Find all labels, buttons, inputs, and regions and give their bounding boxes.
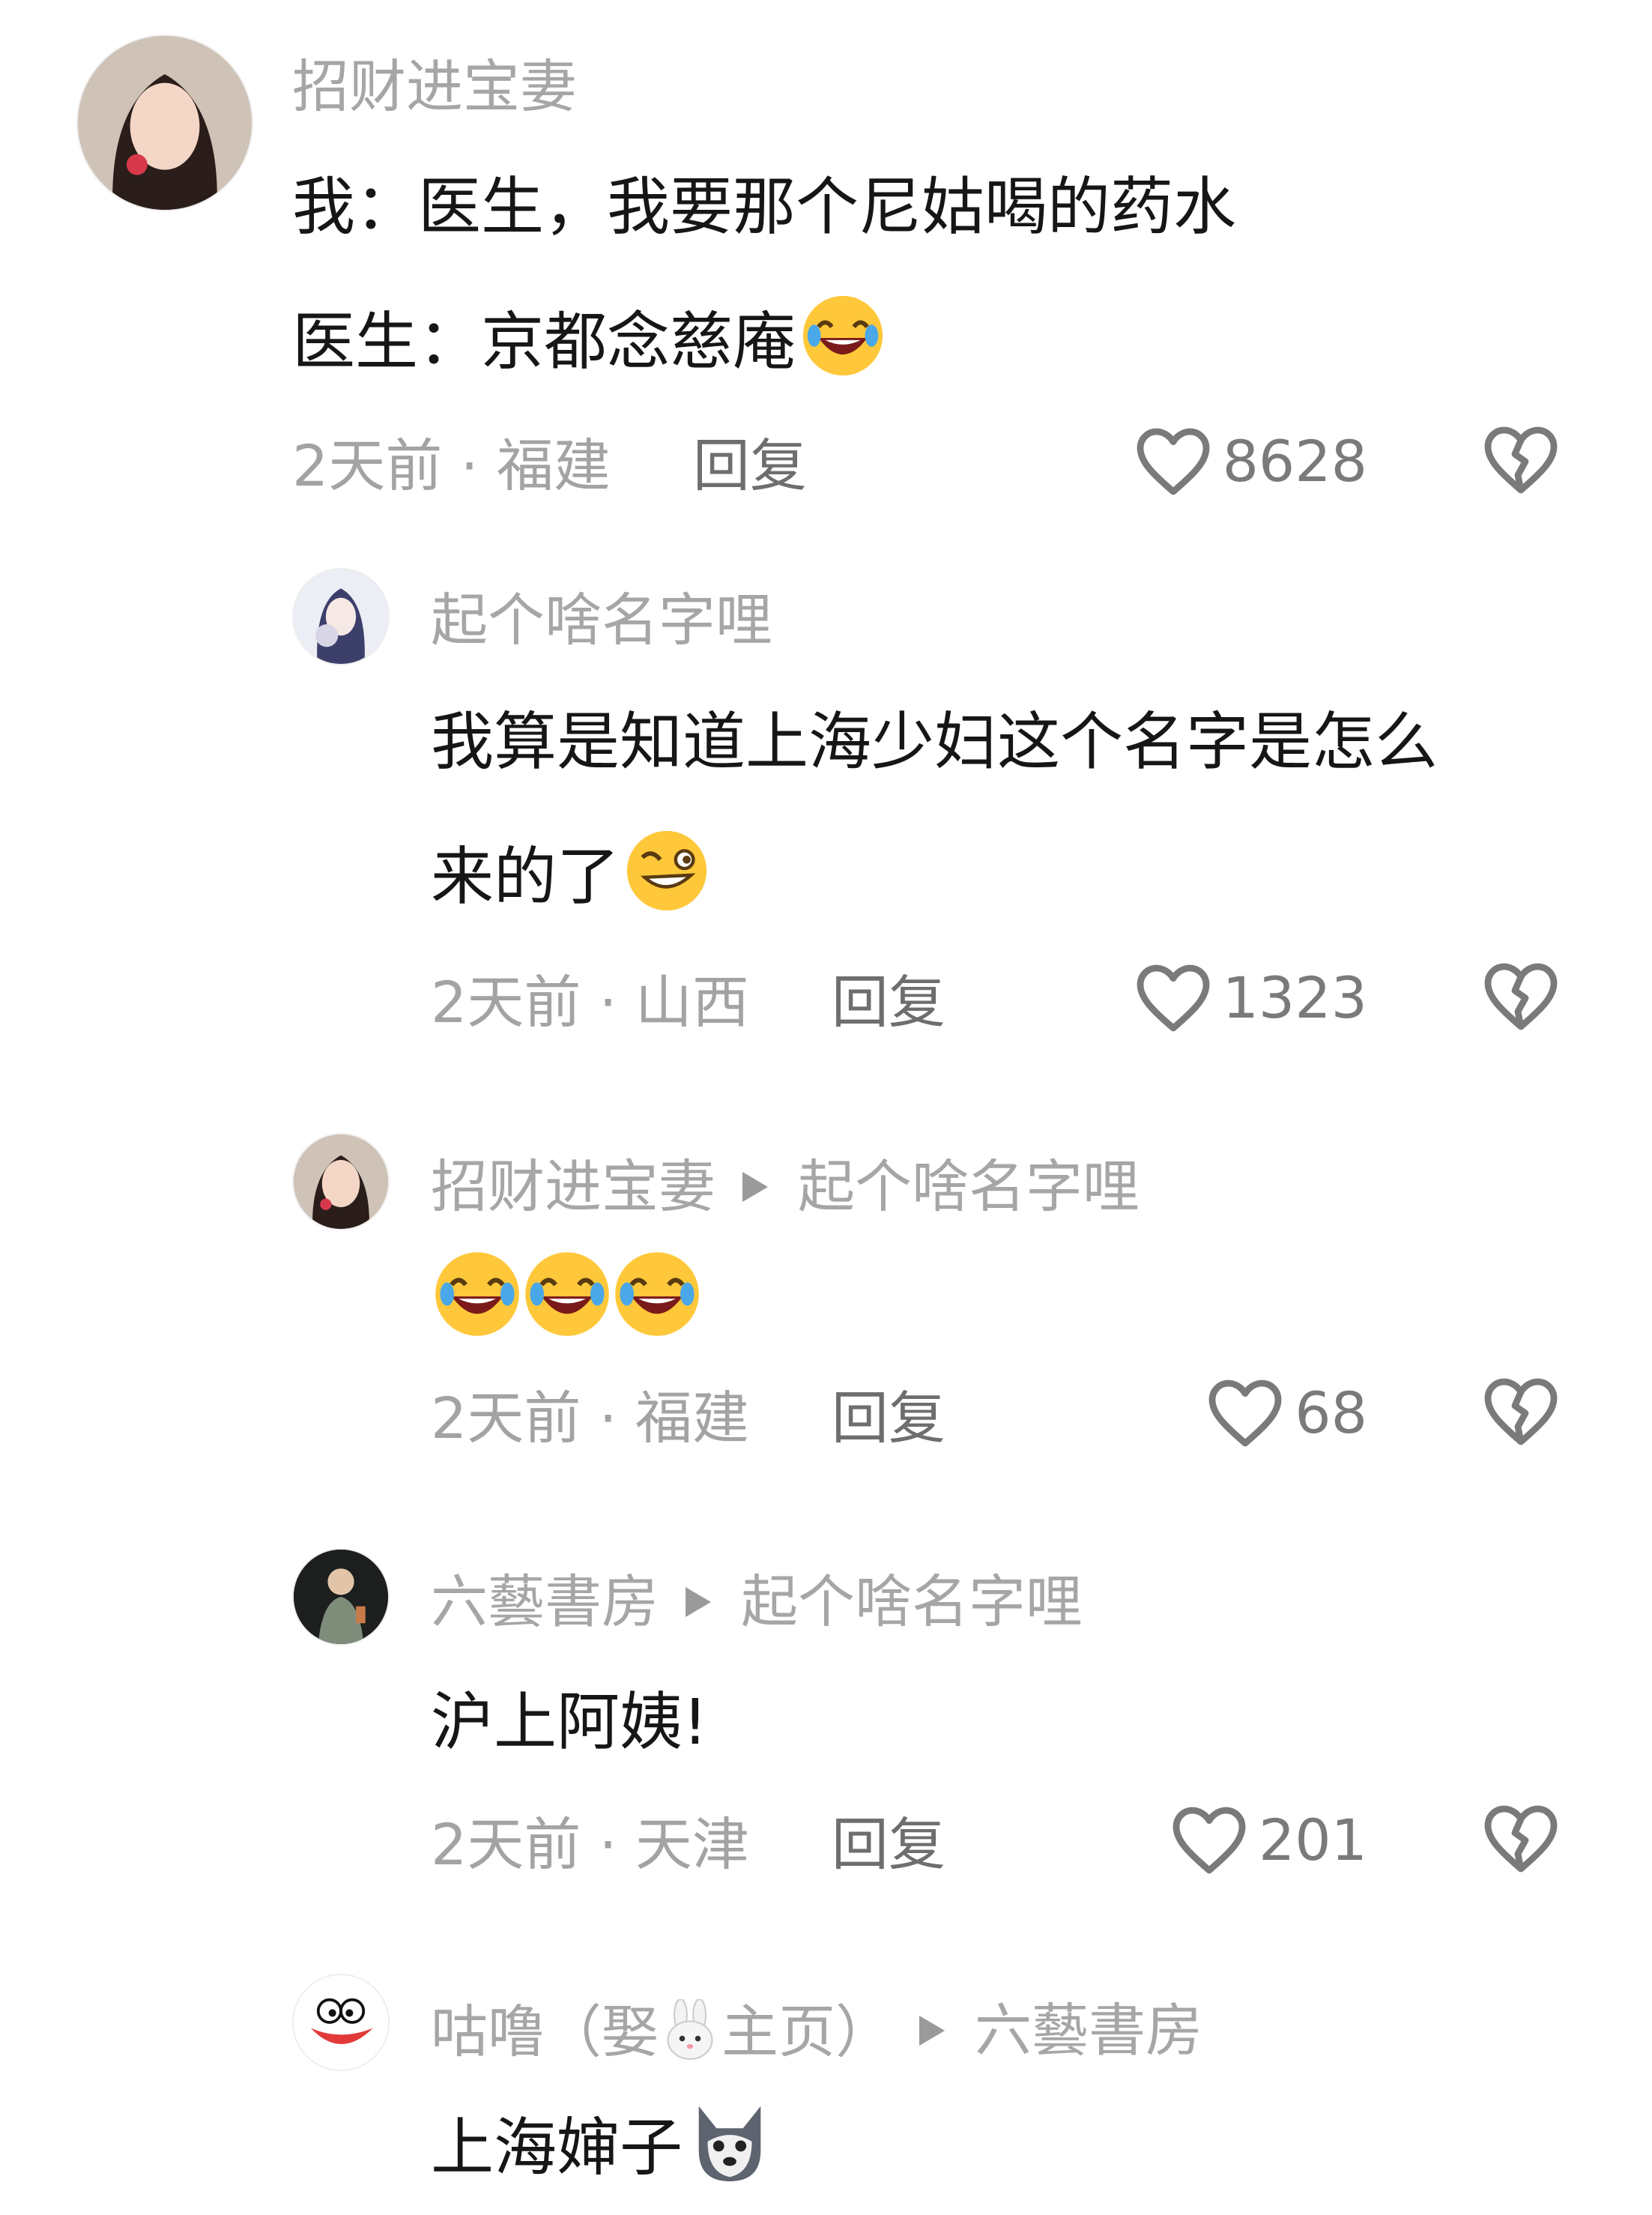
reply-arrow-icon xyxy=(686,1587,711,1617)
like-count: 1323 xyxy=(1222,964,1367,1031)
broken-heart-icon[interactable] xyxy=(1482,424,1560,496)
like-count: 8628 xyxy=(1222,428,1367,495)
avatar[interactable] xyxy=(292,1133,390,1230)
comment-text: 沪上阿姨! xyxy=(431,1655,708,1789)
comment-text: 我算是知道上海少妇这个名字是怎么 来的了 xyxy=(431,674,1438,944)
comment-line: 上海婶子 xyxy=(431,2080,774,2215)
author-name[interactable]: 招财进宝妻 xyxy=(431,1158,715,1215)
laugh-tears-emoji xyxy=(799,291,887,380)
broken-heart-icon[interactable] xyxy=(1482,961,1560,1033)
comment-text: 上海婶子 xyxy=(431,2080,774,2215)
like-count: 68 xyxy=(1295,1380,1367,1446)
reply-button[interactable]: 回复 xyxy=(832,1816,945,1873)
time-location: 2天前 · 福建 xyxy=(431,1385,749,1451)
like-count: 201 xyxy=(1258,1807,1367,1873)
heart-outline-icon xyxy=(1206,1377,1284,1449)
reply-button[interactable]: 回复 xyxy=(832,1390,945,1447)
broken-heart-icon[interactable] xyxy=(1482,1376,1560,1448)
reply-header: 六藝書房 起个啥名字哩 xyxy=(431,1574,1083,1631)
comment-line: 医生：京都念慈庵 xyxy=(292,274,1236,409)
reply-arrow-icon xyxy=(742,1172,768,1202)
heart-outline-icon xyxy=(1170,1804,1248,1876)
comment-text: 我：医生，我要那个尼姑喝的药水 医生：京都念慈庵 xyxy=(292,139,1236,409)
reply-to-name[interactable]: 起个啥名字哩 xyxy=(798,1158,1140,1215)
husky-dog-emoji xyxy=(686,2097,774,2186)
author-name[interactable]: 咕噜（娶 主页） xyxy=(431,1998,892,2062)
reply-to-name[interactable]: 六藝書房 xyxy=(975,2002,1202,2059)
comment-line: 我：医生，我要那个尼姑喝的药水 xyxy=(292,170,1237,244)
smirk-wink-emoji xyxy=(623,827,711,915)
avatar[interactable] xyxy=(76,34,253,211)
heart-outline-icon xyxy=(1134,962,1212,1034)
avatar[interactable] xyxy=(292,1548,390,1646)
reply-button[interactable]: 回复 xyxy=(832,974,945,1031)
time-location: 2天前 · 山西 xyxy=(431,969,749,1036)
reply-arrow-icon xyxy=(919,2016,945,2046)
time-location: 2天前 · 天津 xyxy=(431,1811,749,1878)
crying-laugh-emoji xyxy=(611,1248,704,1341)
reply-to-name[interactable]: 起个啥名字哩 xyxy=(741,1574,1083,1631)
avatar[interactable] xyxy=(292,568,390,665)
like-button[interactable]: 201 xyxy=(1170,1804,1367,1876)
crying-laugh-emoji xyxy=(521,1248,614,1341)
time-location: 2天前 · 福建 xyxy=(292,432,611,499)
reply-button[interactable]: 回复 xyxy=(693,438,807,495)
like-button[interactable]: 1323 xyxy=(1134,962,1367,1034)
comment-meta: 2天前 · 天津 回复 xyxy=(431,1816,945,1873)
comment-meta: 2天前 · 福建 回复 xyxy=(292,438,807,495)
reply-header: 咕噜（娶 主页） 六藝書房 xyxy=(431,1998,1202,2062)
author-name[interactable]: 招财进宝妻 xyxy=(292,58,577,115)
rabbit-emoji xyxy=(659,1998,721,2062)
crying-laugh-emoji xyxy=(431,1248,524,1341)
broken-heart-icon[interactable] xyxy=(1482,1803,1560,1875)
like-button[interactable]: 8628 xyxy=(1134,426,1367,498)
comment-line: 我算是知道上海少妇这个名字是怎么 xyxy=(431,705,1438,779)
avatar[interactable] xyxy=(292,1974,390,2071)
heart-outline-icon xyxy=(1134,426,1212,498)
comment-line: 来的了 xyxy=(431,809,1438,944)
reply-header: 招财进宝妻 起个啥名字哩 xyxy=(431,1158,1140,1215)
comment-meta: 2天前 · 福建 回复 xyxy=(431,1390,945,1447)
comment-meta: 2天前 · 山西 回复 xyxy=(431,974,945,1031)
author-name[interactable]: 起个啥名字哩 xyxy=(431,592,772,649)
like-button[interactable]: 68 xyxy=(1206,1377,1367,1449)
comment-emojis xyxy=(431,1248,704,1345)
comment-line: 沪上阿姨! xyxy=(431,1685,708,1759)
author-name[interactable]: 六藝書房 xyxy=(431,1574,659,1631)
